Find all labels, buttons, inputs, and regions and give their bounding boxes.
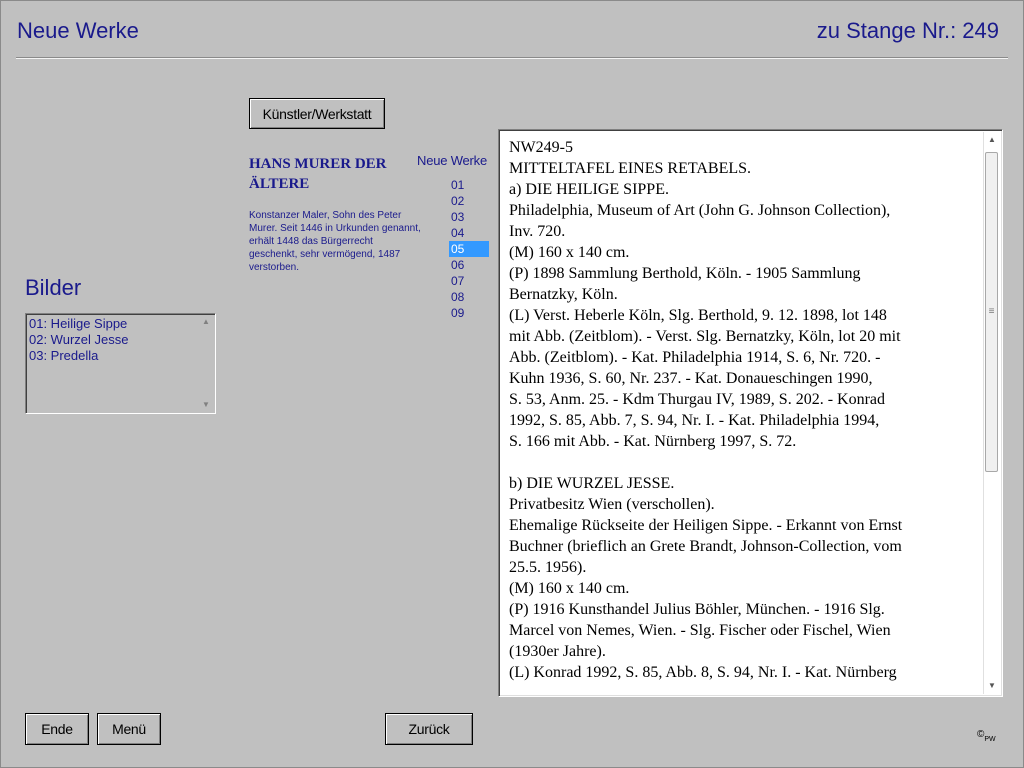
new-work-item[interactable]: 02 <box>449 193 489 209</box>
new-work-item[interactable]: 09 <box>449 305 489 321</box>
end-button[interactable]: Ende <box>25 713 89 745</box>
detail-paragraph: MITTELTAFEL EINES RETABELS. <box>509 160 752 177</box>
back-button[interactable]: Zurück <box>385 713 473 745</box>
detail-paragraph: (P) 1898 Sammlung Berthold, Köln. - 1905… <box>509 265 861 303</box>
copyright-initials: PW <box>984 736 996 743</box>
detail-paragraph: NW249-5 <box>509 139 573 156</box>
images-list-items: 01: Heilige Sippe 02: Wurzel Jesse 03: Pre… <box>29 316 128 364</box>
image-list-item[interactable]: 03: Predella <box>29 348 128 364</box>
images-listbox[interactable]: 01: Heilige Sippe 02: Wurzel Jesse 03: Pre… <box>25 313 216 414</box>
images-listbox-scrollbar[interactable]: ▲ ▼ <box>199 316 213 411</box>
new-works-list: 01 02 03 04 05 06 07 08 09 <box>449 177 489 321</box>
detail-paragraph: b) DIE WURZEL JESSE. <box>509 475 675 492</box>
copyright-mark: ©PW <box>977 729 996 743</box>
detail-paragraph: a) DIE HEILIGE SIPPE. <box>509 181 669 198</box>
image-list-item[interactable]: 02: Wurzel Jesse <box>29 332 128 348</box>
header-divider <box>16 57 1008 59</box>
new-work-item[interactable]: 03 <box>449 209 489 225</box>
scroll-down-arrow-icon[interactable]: ▼ <box>984 678 1000 694</box>
new-work-item[interactable]: 07 <box>449 273 489 289</box>
artist-workshop-button[interactable]: Künstler/Werkstatt <box>249 98 385 129</box>
detail-paragraph: (L) Verst. Heberle Köln, Slg. Berthold, … <box>509 307 901 450</box>
app-window: Neue Werke zu Stange Nr.: 249 Künstler/W… <box>0 0 1024 768</box>
images-label: Bilder <box>25 275 82 300</box>
work-detail-panel[interactable]: NW249-5 MITTELTAFEL EINES RETABELS. a) DIE… <box>498 129 1003 697</box>
detail-paragraph: Ehemalige Rückseite der Heiligen Sippe. … <box>509 517 903 576</box>
menu-button[interactable]: Menü <box>97 713 161 745</box>
new-work-item[interactable]: 08 <box>449 289 489 305</box>
detail-paragraph: (L) Konrad 1992, S. 85, Abb. 8, S. 94, N… <box>509 664 897 681</box>
scrollbar-thumb[interactable]: ≡ <box>985 152 998 472</box>
detail-paragraph: (M) 160 x 140 cm. <box>509 580 630 597</box>
new-work-item[interactable]: 04 <box>449 225 489 241</box>
scroll-up-arrow-icon[interactable]: ▲ <box>984 132 1000 148</box>
image-list-item[interactable]: 01: Heilige Sippe <box>29 316 128 332</box>
artist-bio: Konstanzer Maler, Sohn des Peter Murer. … <box>249 210 421 273</box>
new-work-item[interactable]: 06 <box>449 257 489 273</box>
stange-number: zu Stange Nr.: 249 <box>816 18 999 43</box>
detail-paragraph: (P) 1916 Kunsthandel Julius Böhler, Münc… <box>509 601 891 660</box>
work-detail-text: NW249-5 MITTELTAFEL EINES RETABELS. a) DIE… <box>509 137 979 683</box>
new-work-item[interactable]: 01 <box>449 177 489 193</box>
artist-name: HANS MURER DER ÄLTERE <box>249 156 387 192</box>
detail-paragraph: Philadelphia, Museum of Art (John G. Joh… <box>509 202 891 240</box>
scroll-down-arrow-icon[interactable]: ▼ <box>199 399 213 411</box>
scroll-up-arrow-icon[interactable]: ▲ <box>199 316 213 328</box>
page-title: Neue Werke <box>17 18 139 43</box>
detail-paragraph <box>509 452 979 473</box>
grip-icon: ≡ <box>988 306 995 317</box>
detail-scrollbar[interactable]: ▲ ≡ ▼ <box>983 132 1000 694</box>
detail-paragraph: Privatbesitz Wien (verschollen). <box>509 496 715 513</box>
new-works-label: Neue Werke <box>417 153 488 168</box>
detail-paragraph: (M) 160 x 140 cm. <box>509 244 630 261</box>
new-work-item[interactable]: 05 <box>449 241 489 257</box>
